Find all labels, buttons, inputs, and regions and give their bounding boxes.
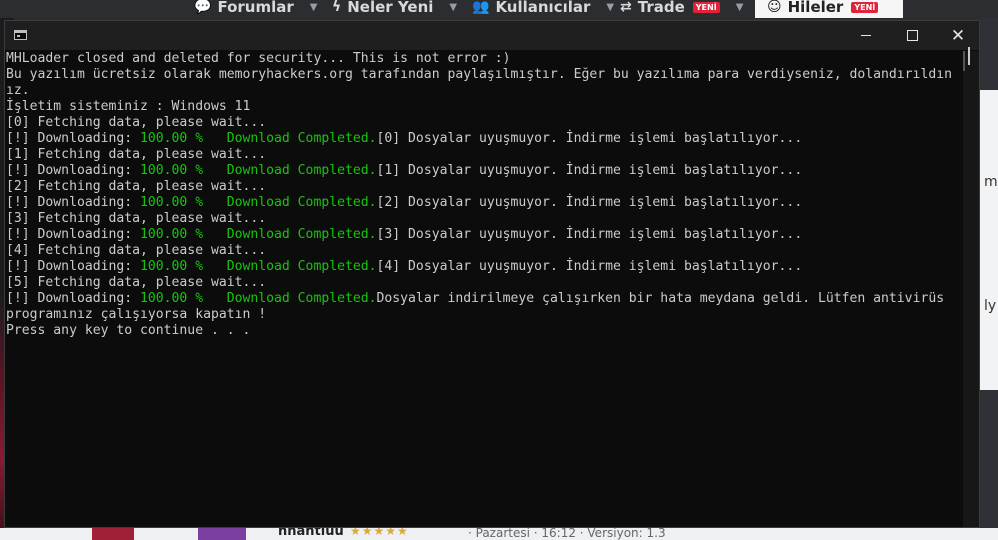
console-success-text: 100.00 % Download Completed. xyxy=(140,195,377,210)
new-badge: YENİ xyxy=(851,1,879,13)
console-line: Bu yazılım ücretsiz olarak memoryhackers… xyxy=(6,67,966,83)
console-text: [3] Fetching data, please wait... xyxy=(6,211,267,226)
console-text: [0] Fetching data, please wait... xyxy=(6,115,267,130)
minimize-button[interactable] xyxy=(843,21,889,50)
console-line: MHLoader closed and deleted for security… xyxy=(6,51,966,67)
console-text: Dosyalar indirilmeye çalışırken bir hata… xyxy=(376,291,945,306)
console-text: [2] Dosyalar uyuşmuyor. İndirme işlemi b… xyxy=(376,195,803,210)
console-scrollbar[interactable] xyxy=(963,51,979,527)
nav-trade[interactable]: ⇄ Trade YENİ ▼ xyxy=(620,0,743,18)
console-line: [4] Fetching data, please wait... xyxy=(6,243,966,259)
nav-active-tab: ☺ Hileler YENİ xyxy=(755,0,903,18)
background-text-fragment: ly xyxy=(984,298,997,314)
console-text: [1] Fetching data, please wait... xyxy=(6,147,267,162)
console-text: [2] Fetching data, please wait... xyxy=(6,179,267,194)
console-text: [!] Downloading: xyxy=(6,227,141,242)
console-success-text: 100.00 % Download Completed. xyxy=(140,131,377,146)
console-text: Bu yazılım ücretsiz olarak memoryhackers… xyxy=(6,67,952,82)
background-text-fragment: m xyxy=(984,174,998,190)
background-content-panel xyxy=(980,90,998,390)
console-text: [4] Dosyalar uyuşmuyor. İndirme işlemi b… xyxy=(376,259,803,274)
maximize-button[interactable] xyxy=(889,21,935,50)
nav-forumlar[interactable]: 💬 Forumlar ▼ xyxy=(194,0,317,18)
console-text: ız. xyxy=(6,83,30,98)
post-thumbnail xyxy=(198,528,246,540)
new-badge: YENİ xyxy=(692,1,720,13)
console-text: [5] Fetching data, please wait... xyxy=(6,275,267,290)
lightning-icon: ϟ xyxy=(332,0,342,15)
console-text: [!] Downloading: xyxy=(6,195,141,210)
console-text: İşletim sisteminiz : Windows 11 xyxy=(6,99,251,114)
users-icon: 👥 xyxy=(472,0,490,15)
console-line: [!] Downloading: 100.00 % Download Compl… xyxy=(6,291,966,307)
console-line: [!] Downloading: 100.00 % Download Compl… xyxy=(6,195,966,211)
console-success-text: 100.00 % Download Completed. xyxy=(140,259,377,274)
nav-hileler[interactable]: ☺ Hileler YENİ xyxy=(767,0,879,18)
post-meta: · Pazartesi · 16:12 · Versiyon: 1.3 xyxy=(468,526,666,540)
chevron-down-icon: ▼ xyxy=(735,1,744,13)
console-line: [!] Downloading: 100.00 % Download Compl… xyxy=(6,259,966,275)
scrollbar-thumb[interactable] xyxy=(963,51,965,71)
website-top-nav: 💬 Forumlar ▼ ϟ Neler Yeni ▼ 👥 Kullanıcıl… xyxy=(0,0,998,18)
nav-neler-yeni[interactable]: ϟ Neler Yeni ▼ xyxy=(332,0,457,18)
console-output[interactable]: MHLoader closed and deleted for security… xyxy=(5,51,966,527)
console-text: programınız çalışıyorsa kapatın ! xyxy=(6,307,267,322)
console-text: MHLoader closed and deleted for security… xyxy=(6,51,511,66)
console-line: [!] Downloading: 100.00 % Download Compl… xyxy=(6,163,966,179)
console-line: Press any key to continue . . . xyxy=(6,323,966,339)
console-line: [!] Downloading: 100.00 % Download Compl… xyxy=(6,131,966,147)
console-app-icon xyxy=(14,30,27,40)
console-line: ız. xyxy=(6,83,966,99)
console-line: [1] Fetching data, please wait... xyxy=(6,147,966,163)
text-cursor xyxy=(968,47,970,65)
console-text: [1] Dosyalar uyuşmuyor. İndirme işlemi b… xyxy=(376,163,803,178)
console-text: [0] Dosyalar uyuşmuyor. İndirme işlemi b… xyxy=(376,131,803,146)
console-window[interactable]: ✕ MHLoader closed and deleted for securi… xyxy=(4,20,980,528)
post-thumbnail xyxy=(92,528,134,540)
console-line: [3] Fetching data, please wait... xyxy=(6,211,966,227)
chevron-down-icon: ▼ xyxy=(309,1,318,13)
console-line: programınız çalışıyorsa kapatın ! xyxy=(6,307,966,323)
console-success-text: 100.00 % Download Completed. xyxy=(140,227,377,242)
nav-kullanicilar[interactable]: 👥 Kullanıcılar ▼ xyxy=(472,0,614,18)
background-text-fragment: oda xyxy=(984,424,998,440)
close-button[interactable]: ✕ xyxy=(935,21,981,50)
console-line: [5] Fetching data, please wait... xyxy=(6,275,966,291)
console-line: [2] Fetching data, please wait... xyxy=(6,179,966,195)
console-titlebar[interactable]: ✕ xyxy=(5,21,979,50)
console-text: [4] Fetching data, please wait... xyxy=(6,243,267,258)
console-line: İşletim sisteminiz : Windows 11 xyxy=(6,99,966,115)
console-line: [0] Fetching data, please wait... xyxy=(6,115,966,131)
console-success-text: 100.00 % Download Completed. xyxy=(140,291,377,306)
console-text: Press any key to continue . . . xyxy=(6,323,251,338)
swap-arrows-icon: ⇄ xyxy=(620,0,632,15)
chat-bubbles-icon: 💬 xyxy=(194,0,212,15)
chevron-down-icon: ▼ xyxy=(606,1,615,13)
console-text: [!] Downloading: xyxy=(6,291,141,306)
console-text: [3] Dosyalar uyuşmuyor. İndirme işlemi b… xyxy=(376,227,803,242)
console-text: [!] Downloading: xyxy=(6,163,141,178)
chevron-down-icon: ▼ xyxy=(449,1,458,13)
console-text: [!] Downloading: xyxy=(6,131,141,146)
console-text: [!] Downloading: xyxy=(6,259,141,274)
ghost-icon: ☺ xyxy=(767,0,782,15)
console-success-text: 100.00 % Download Completed. xyxy=(140,163,377,178)
console-line: [!] Downloading: 100.00 % Download Compl… xyxy=(6,227,966,243)
